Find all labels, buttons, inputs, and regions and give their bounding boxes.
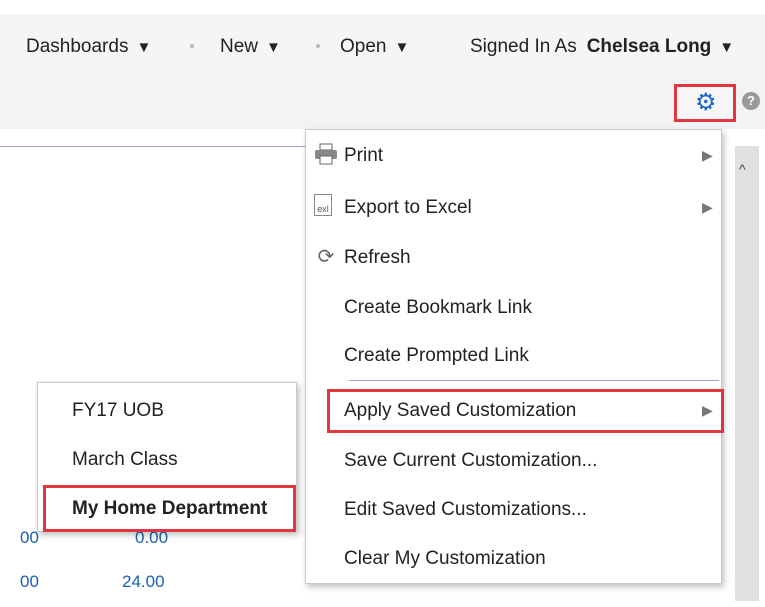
menu-item-label: Export to Excel: [344, 197, 472, 218]
menu-divider: [349, 380, 719, 381]
refresh-icon: ⟳: [317, 246, 335, 268]
submenu-item-fy17-uob[interactable]: FY17 UOB: [38, 389, 296, 433]
user-name: Chelsea Long: [586, 36, 712, 57]
excel-icon: exl: [314, 194, 332, 216]
new-label: New: [220, 36, 259, 57]
toolbar: [0, 69, 765, 129]
menu-item-label: Edit Saved Customizations...: [344, 499, 587, 520]
menu-item-refresh[interactable]: ⟳ Refresh: [306, 235, 721, 279]
menu-item-label: Create Prompted Link: [344, 345, 529, 366]
menu-item-label: Save Current Customization...: [344, 450, 598, 471]
menu-item-clear-my-customization[interactable]: Clear My Customization: [306, 536, 721, 580]
page-options-menu: Print ▶ exl Export to Excel ▶ ⟳ Refresh …: [305, 129, 722, 584]
signed-in-menu[interactable]: Signed In As Chelsea Long ▼: [470, 36, 734, 58]
menu-item-create-bookmark-link[interactable]: Create Bookmark Link: [306, 285, 721, 329]
menu-item-edit-saved-customizations[interactable]: Edit Saved Customizations...: [306, 487, 721, 531]
menu-item-create-prompted-link[interactable]: Create Prompted Link: [306, 333, 721, 377]
help-icon[interactable]: ?: [742, 92, 760, 110]
chevron-right-icon: ▶: [702, 147, 713, 163]
dashboards-menu[interactable]: Dashboards ▼: [26, 36, 151, 58]
open-label: Open: [340, 36, 387, 57]
dashboards-label: Dashboards: [26, 36, 129, 57]
chevron-right-icon: ▶: [702, 402, 713, 418]
nav-separator: [190, 44, 194, 48]
menu-item-print[interactable]: Print ▶: [306, 133, 721, 177]
gear-icon: ⚙: [695, 89, 717, 116]
open-menu[interactable]: Open ▼: [340, 36, 409, 58]
new-menu[interactable]: New ▼: [220, 36, 281, 58]
menu-item-export-excel[interactable]: exl Export to Excel ▶: [306, 185, 721, 229]
chevron-down-icon: ▼: [136, 39, 152, 56]
table-cell: 24.00: [122, 572, 165, 591]
menu-item-label: Print: [344, 145, 384, 166]
page-options-button[interactable]: ⚙: [674, 84, 736, 122]
scroll-up-icon[interactable]: ^: [739, 161, 746, 177]
chevron-down-icon: ▼: [394, 39, 410, 56]
content-divider: [0, 146, 310, 147]
submenu-item-label: FY17 UOB: [72, 400, 164, 421]
menu-item-save-current-customization[interactable]: Save Current Customization...: [306, 438, 721, 482]
scrollbar[interactable]: [735, 146, 759, 601]
menu-item-apply-saved-customization[interactable]: Apply Saved Customization ▶: [306, 388, 721, 432]
printer-icon: [312, 143, 340, 167]
menu-item-label: Create Bookmark Link: [344, 297, 532, 318]
menu-item-label: Apply Saved Customization: [344, 400, 577, 421]
submenu-item-march-class[interactable]: March Class: [38, 438, 296, 482]
table-row: 00 24.00: [0, 569, 310, 595]
menu-item-label: Clear My Customization: [344, 548, 546, 569]
chevron-right-icon: ▶: [702, 199, 713, 215]
signed-in-label: Signed In As: [470, 36, 577, 57]
nav-separator: [316, 44, 320, 48]
my-home-department-highlight: [43, 485, 296, 532]
table-cell: 00: [20, 572, 39, 591]
chevron-down-icon: ▼: [266, 39, 281, 56]
chevron-down-icon: ▼: [719, 39, 735, 56]
menu-item-label: Refresh: [344, 247, 411, 268]
submenu-item-label: March Class: [72, 449, 178, 470]
